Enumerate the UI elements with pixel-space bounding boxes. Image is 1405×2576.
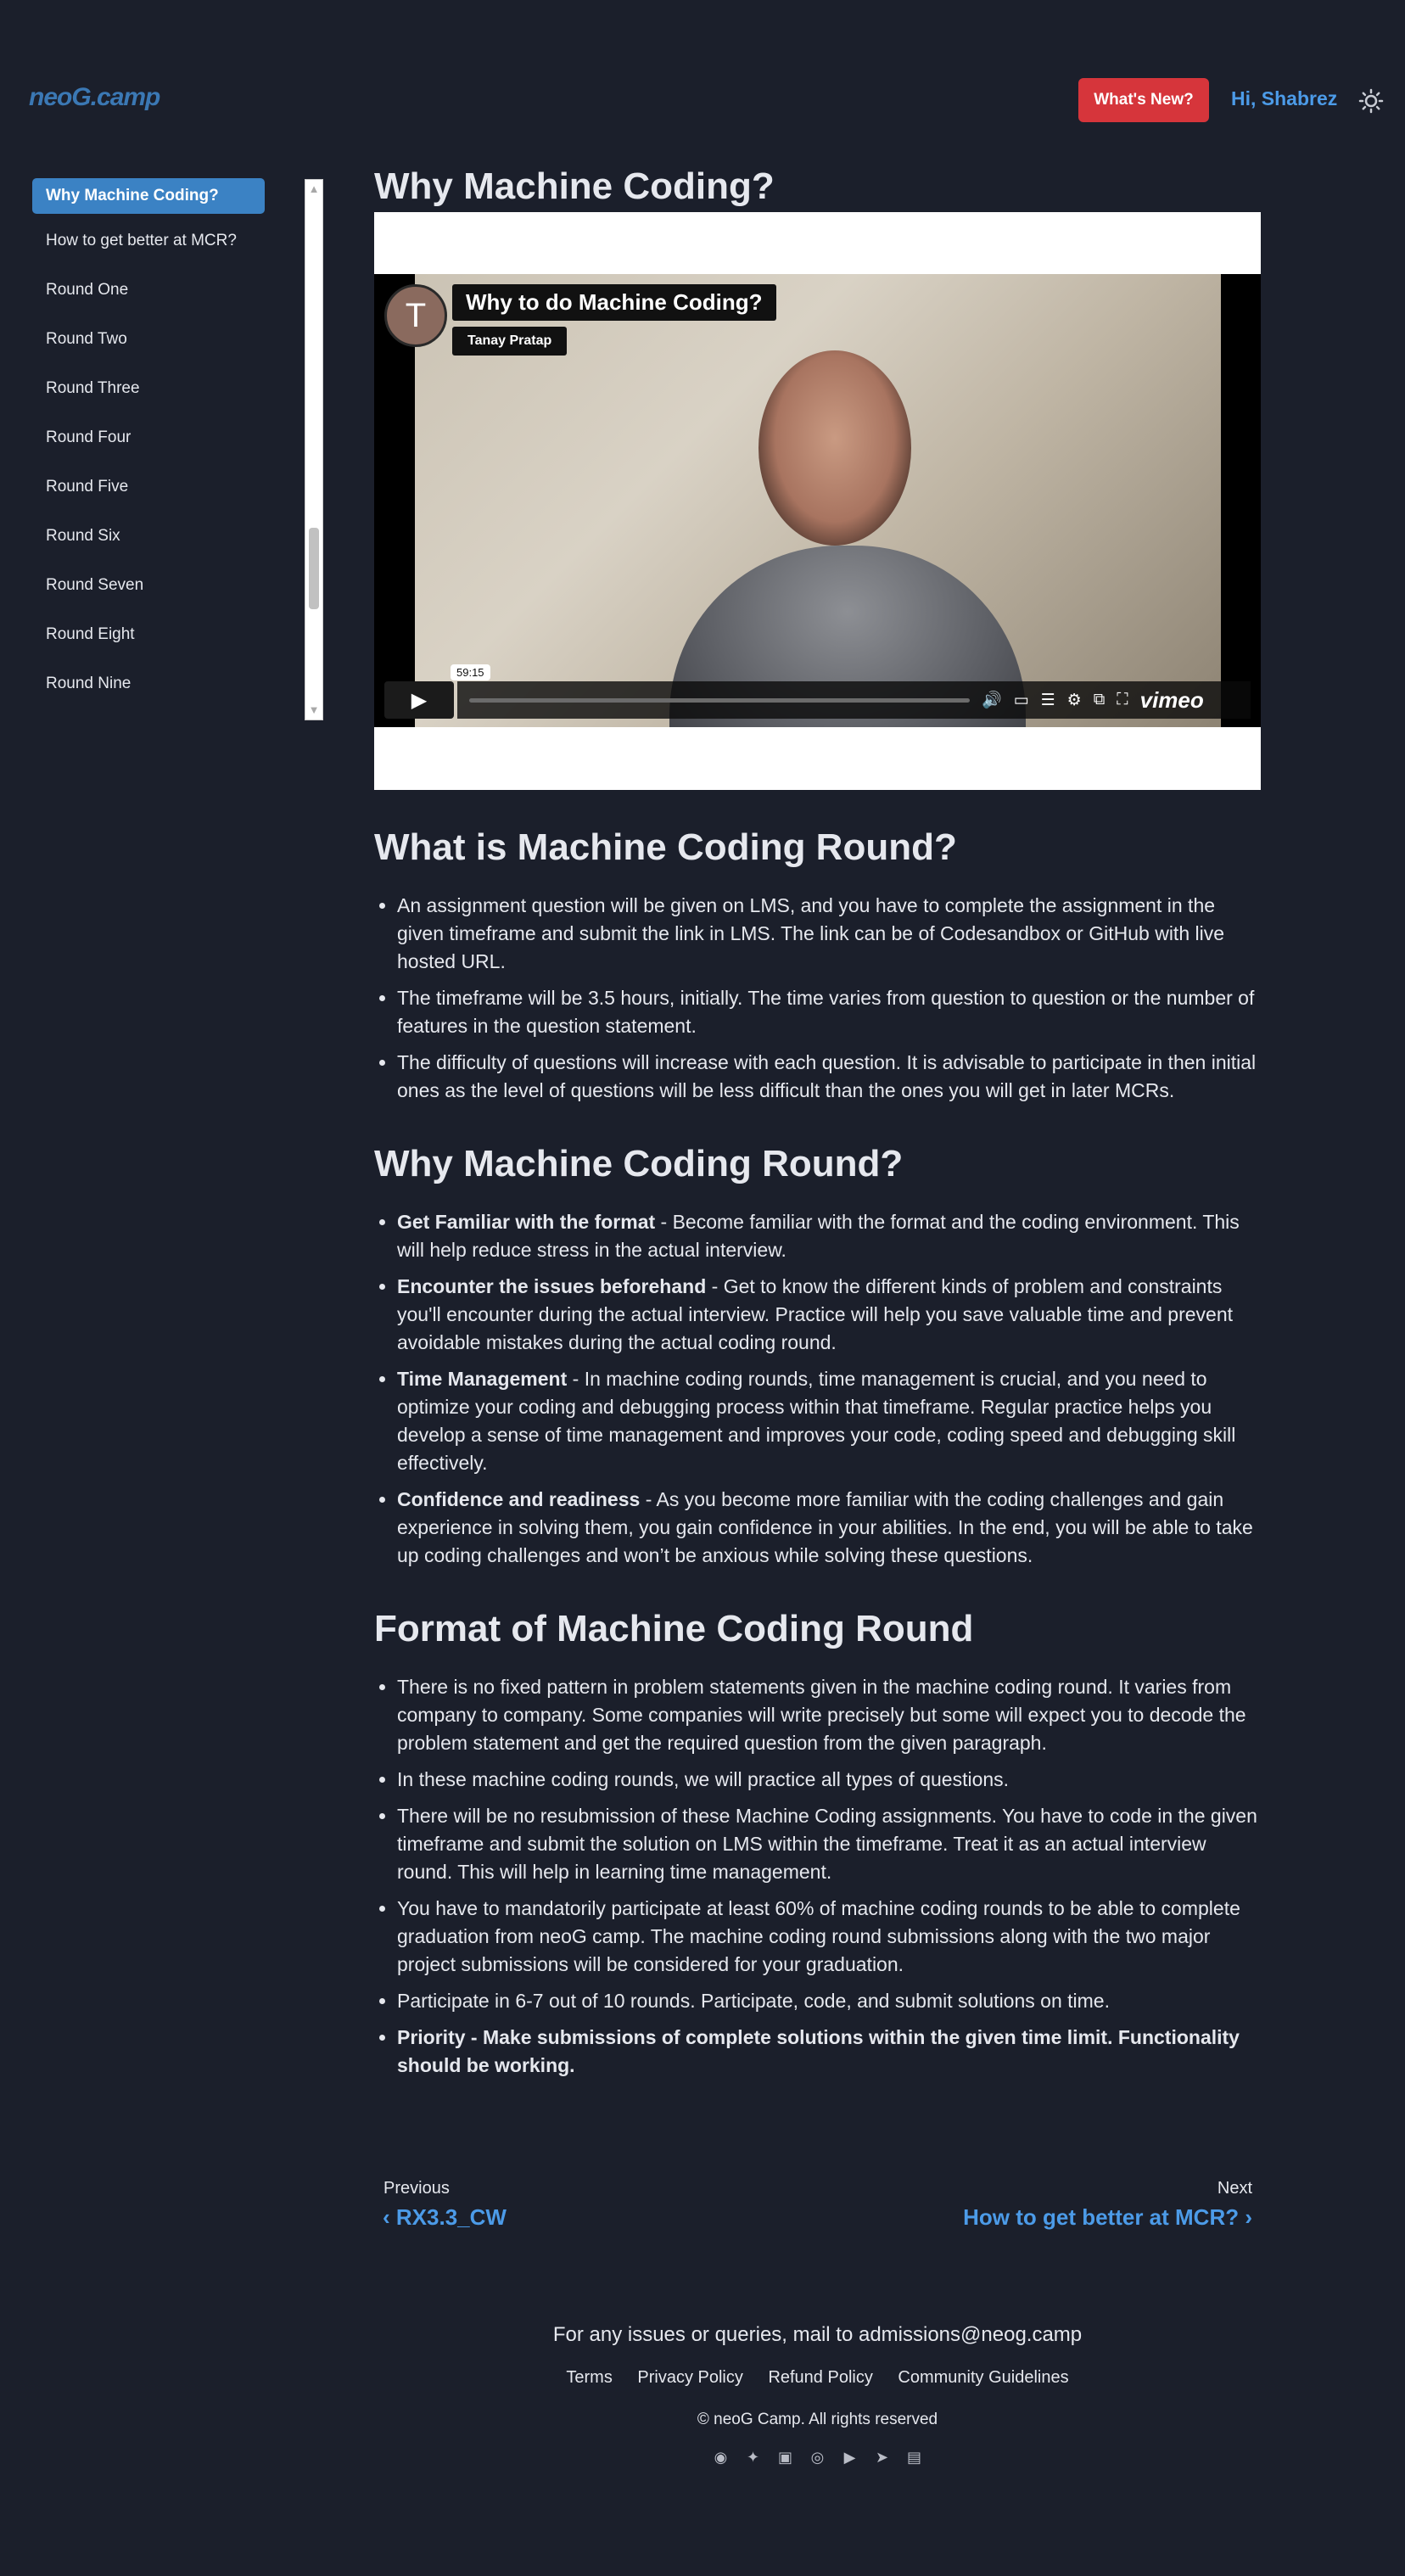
list-item: In these machine coding rounds, we will … — [397, 1766, 1261, 1794]
sidebar-item-round-four[interactable]: Round Four — [32, 416, 265, 460]
presenter-head — [758, 350, 911, 546]
what-is-list: An assignment question will be given on … — [374, 892, 1261, 1105]
page-navigation: Previous ‹ RX3.3_CW Next How to get bett… — [374, 2169, 1261, 2237]
section-heading-format: Format of Machine Coding Round — [374, 1608, 974, 1649]
sidebar-item-better-at-mcr[interactable]: How to get better at MCR? — [32, 219, 265, 263]
video-embed: T Why to do Machine Coding? Tanay Pratap… — [374, 212, 1261, 790]
social-links: ◉ ✦ ▣ ◎ ▶ ➤ ▤ — [374, 2449, 1261, 2467]
pip-icon[interactable]: ⧉ — [1094, 691, 1106, 709]
video-author[interactable]: Tanay Pratap — [452, 327, 568, 356]
control-bar: 🔊 ▭ ☰ ⚙ ⧉ ⛶ vimeo — [457, 681, 1251, 719]
scroll-down-arrow-icon[interactable]: ▼ — [305, 701, 322, 720]
why-list: Get Familiar with the format - Become fa… — [374, 1208, 1261, 1570]
sidebar-item-round-two[interactable]: Round Two — [32, 317, 265, 361]
footer-link-terms[interactable]: Terms — [566, 2368, 612, 2387]
sun-icon[interactable] — [1358, 88, 1384, 114]
next-link[interactable]: How to get better at MCR? › — [963, 2204, 1252, 2231]
settings-gear-icon[interactable]: ⚙ — [1067, 691, 1082, 710]
sidebar-item-round-one[interactable]: Round One — [32, 268, 265, 312]
video-title[interactable]: Why to do Machine Coding? — [452, 284, 776, 321]
linkedin-icon[interactable]: ▣ — [776, 2449, 795, 2467]
sidebar-item-round-five[interactable]: Round Five — [32, 465, 265, 509]
section-heading-why-mcr: Why Machine Coding Round? — [374, 1143, 904, 1184]
list-item: There is no fixed pattern in problem sta… — [397, 1673, 1261, 1757]
section-heading-what-is-mcr: What is Machine Coding Round? — [374, 826, 957, 868]
list-item: Get Familiar with the format - Become fa… — [397, 1208, 1261, 1264]
twitter-icon[interactable]: ✦ — [744, 2449, 763, 2467]
footer-links: Terms Privacy Policy Refund Policy Commu… — [374, 2355, 1261, 2400]
bookshelf-icon[interactable]: ▤ — [905, 2449, 924, 2467]
sidebar-item-round-six[interactable]: Round Six — [32, 514, 265, 558]
volume-icon[interactable]: 🔊 — [982, 690, 1002, 710]
channel-avatar[interactable]: T — [384, 284, 447, 347]
whats-new-button[interactable]: What's New? — [1078, 78, 1209, 122]
user-greeting[interactable]: Hi, Shabrez — [1231, 87, 1337, 110]
list-item: The difficulty of questions will increas… — [397, 1049, 1261, 1105]
list-item: Participate in 6-7 out of 10 rounds. Par… — [397, 1987, 1261, 2015]
sidebar-item-round-eight[interactable]: Round Eight — [32, 613, 265, 657]
copyright: © neoG Camp. All rights reserved — [697, 2411, 938, 2428]
contact-mail[interactable]: For any issues or queries, mail to admis… — [374, 2315, 1261, 2355]
format-list: There is no fixed pattern in problem sta… — [374, 1673, 1261, 2080]
sidebar-scrollbar[interactable]: ▲ ▼ — [305, 179, 323, 720]
sidebar-item-round-seven[interactable]: Round Seven — [32, 563, 265, 608]
logo[interactable]: neoG.camp — [29, 83, 160, 112]
footer-link-refund[interactable]: Refund Policy — [768, 2368, 872, 2387]
list-item: Confidence and readiness - As you become… — [397, 1486, 1261, 1570]
video-controls: ▶ 🔊 ▭ ☰ ⚙ ⧉ ⛶ vimeo — [384, 681, 1251, 719]
list-item: An assignment question will be given on … — [397, 892, 1261, 976]
sidebar-item-round-three[interactable]: Round Three — [32, 367, 265, 411]
sidebar-item-why-machine-coding[interactable]: Why Machine Coding? — [32, 178, 265, 214]
vimeo-logo[interactable]: vimeo — [1140, 687, 1204, 714]
youtube-icon[interactable]: ▶ — [841, 2449, 859, 2467]
footer-link-privacy[interactable]: Privacy Policy — [637, 2368, 742, 2387]
captions-icon[interactable]: ▭ — [1014, 691, 1029, 710]
previous-link[interactable]: ‹ RX3.3_CW — [383, 2204, 507, 2231]
list-item: The timeframe will be 3.5 hours, initial… — [397, 984, 1261, 1040]
scroll-up-arrow-icon[interactable]: ▲ — [305, 180, 322, 199]
sidebar-nav: Why Machine Coding? How to get better at… — [32, 178, 265, 711]
sidebar-item-round-nine[interactable]: Round Nine — [32, 662, 265, 706]
page-title: Why Machine Coding? — [374, 165, 775, 207]
list-item: Encounter the issues beforehand - Get to… — [397, 1273, 1261, 1357]
video-time-tooltip: 59:15 — [451, 664, 490, 680]
instagram-icon[interactable]: ◎ — [809, 2449, 827, 2467]
list-item: You have to mandatorily participate at l… — [397, 1895, 1261, 1979]
video-player[interactable]: T Why to do Machine Coding? Tanay Pratap… — [374, 274, 1261, 727]
telegram-icon[interactable]: ➤ — [873, 2449, 892, 2467]
scroll-thumb[interactable] — [309, 528, 319, 609]
chevron-left-icon: ‹ — [383, 2204, 396, 2230]
list-item: There will be no resubmission of these M… — [397, 1802, 1261, 1886]
github-icon[interactable]: ◉ — [712, 2449, 730, 2467]
fullscreen-icon[interactable]: ⛶ — [1117, 691, 1128, 709]
chevron-right-icon: › — [1239, 2204, 1252, 2230]
next-label: Next — [1217, 2179, 1252, 2198]
list-item: Time Management - In machine coding roun… — [397, 1365, 1261, 1477]
play-icon[interactable]: ▶ — [384, 681, 454, 719]
progress-track[interactable] — [469, 697, 970, 703]
footer-link-community[interactable]: Community Guidelines — [898, 2368, 1068, 2387]
previous-label: Previous — [383, 2179, 450, 2198]
list-item: Priority - Make submissions of complete … — [397, 2024, 1261, 2080]
footer: For any issues or queries, mail to admis… — [374, 2315, 1261, 2467]
chapters-icon[interactable]: ☰ — [1041, 691, 1055, 710]
main-content: Why Machine Coding? T Why to do Machine … — [374, 161, 1261, 2088]
